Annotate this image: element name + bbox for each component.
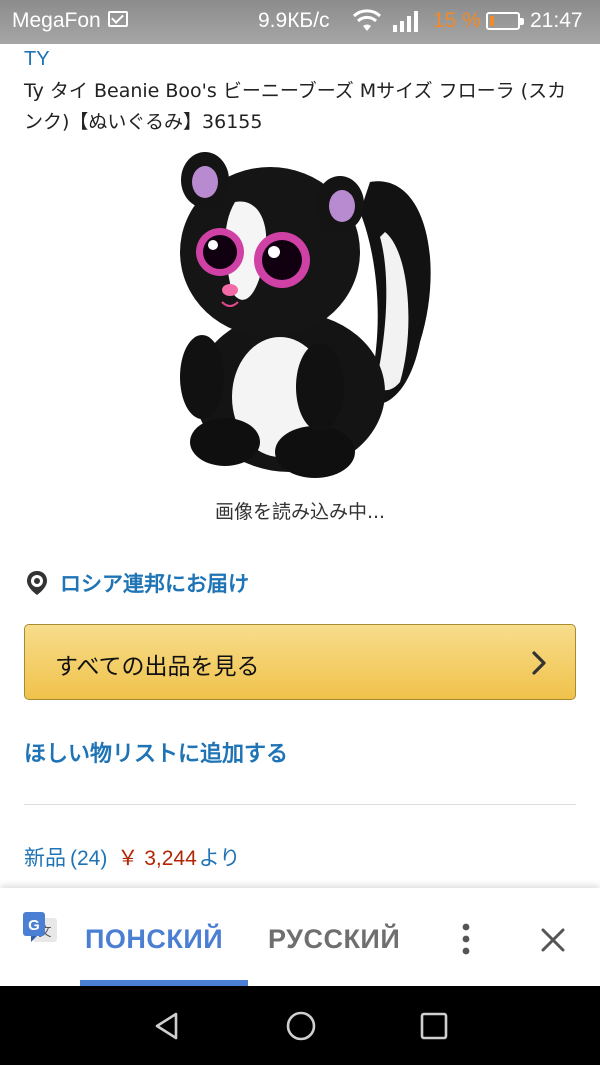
clock: 21:47 (530, 9, 583, 32)
battery-percent: 15 % (433, 9, 481, 32)
see-all-offers-label: すべての出品を見る (55, 654, 260, 680)
tab-target-language[interactable]: РУССКИЙ (268, 924, 400, 955)
google-translate-icon[interactable]: 文 G (21, 910, 59, 948)
offers-from-suffix: より (198, 846, 241, 870)
close-icon[interactable] (539, 926, 567, 954)
add-to-wishlist-link[interactable]: ほしい物リストに追加する (24, 736, 288, 768)
wifi-icon (352, 9, 382, 31)
back-icon[interactable] (152, 1011, 182, 1041)
svg-text:G: G (28, 917, 40, 934)
more-vertical-icon[interactable] (456, 922, 476, 956)
message-notification-icon (108, 11, 128, 27)
offers-count: (24) (70, 847, 108, 870)
image-loading-text: 画像を読み込み中... (214, 501, 386, 523)
product-title: Ty タイ Beanie Boo's ビーニーブーズ Mサイズ フローラ (スカ… (24, 80, 567, 133)
battery-icon (486, 12, 524, 30)
status-bar: MegaFon 9.9КБ/с 15 % 21:47 (0, 0, 600, 44)
recents-icon[interactable] (420, 1012, 448, 1040)
offers-price: ￥ 3,244 (117, 847, 197, 870)
see-all-offers-button[interactable]: すべての出品を見る (24, 624, 576, 700)
delivery-location[interactable]: ロシア連邦にお届け (24, 566, 249, 600)
cell-signal-icon (393, 11, 418, 32)
carrier-name: MegaFon (12, 9, 101, 32)
battery-level-fill (490, 16, 494, 26)
delivery-text: ロシア連邦にお届け (60, 572, 249, 596)
offers-condition: 新品 (24, 846, 66, 870)
navigation-bar (0, 986, 600, 1065)
home-icon[interactable] (285, 1010, 317, 1042)
location-pin-icon (27, 571, 47, 595)
screen: MegaFon 9.9КБ/с 15 % 21:47 TY Ty タイ Bean… (0, 0, 600, 1065)
tab-source-language[interactable]: ПОНСКИЙ (85, 924, 223, 955)
product-image[interactable] (170, 142, 435, 482)
brand-link[interactable]: TY (24, 48, 50, 71)
divider (24, 804, 576, 805)
chevron-right-icon (532, 651, 546, 675)
network-speed: 9.9КБ/с (258, 9, 330, 32)
new-offers-link[interactable]: 新品 (24) ￥ 3,244 より (24, 842, 240, 872)
translate-bar: 文 G ПОНСКИЙ РУССКИЙ (0, 888, 600, 986)
